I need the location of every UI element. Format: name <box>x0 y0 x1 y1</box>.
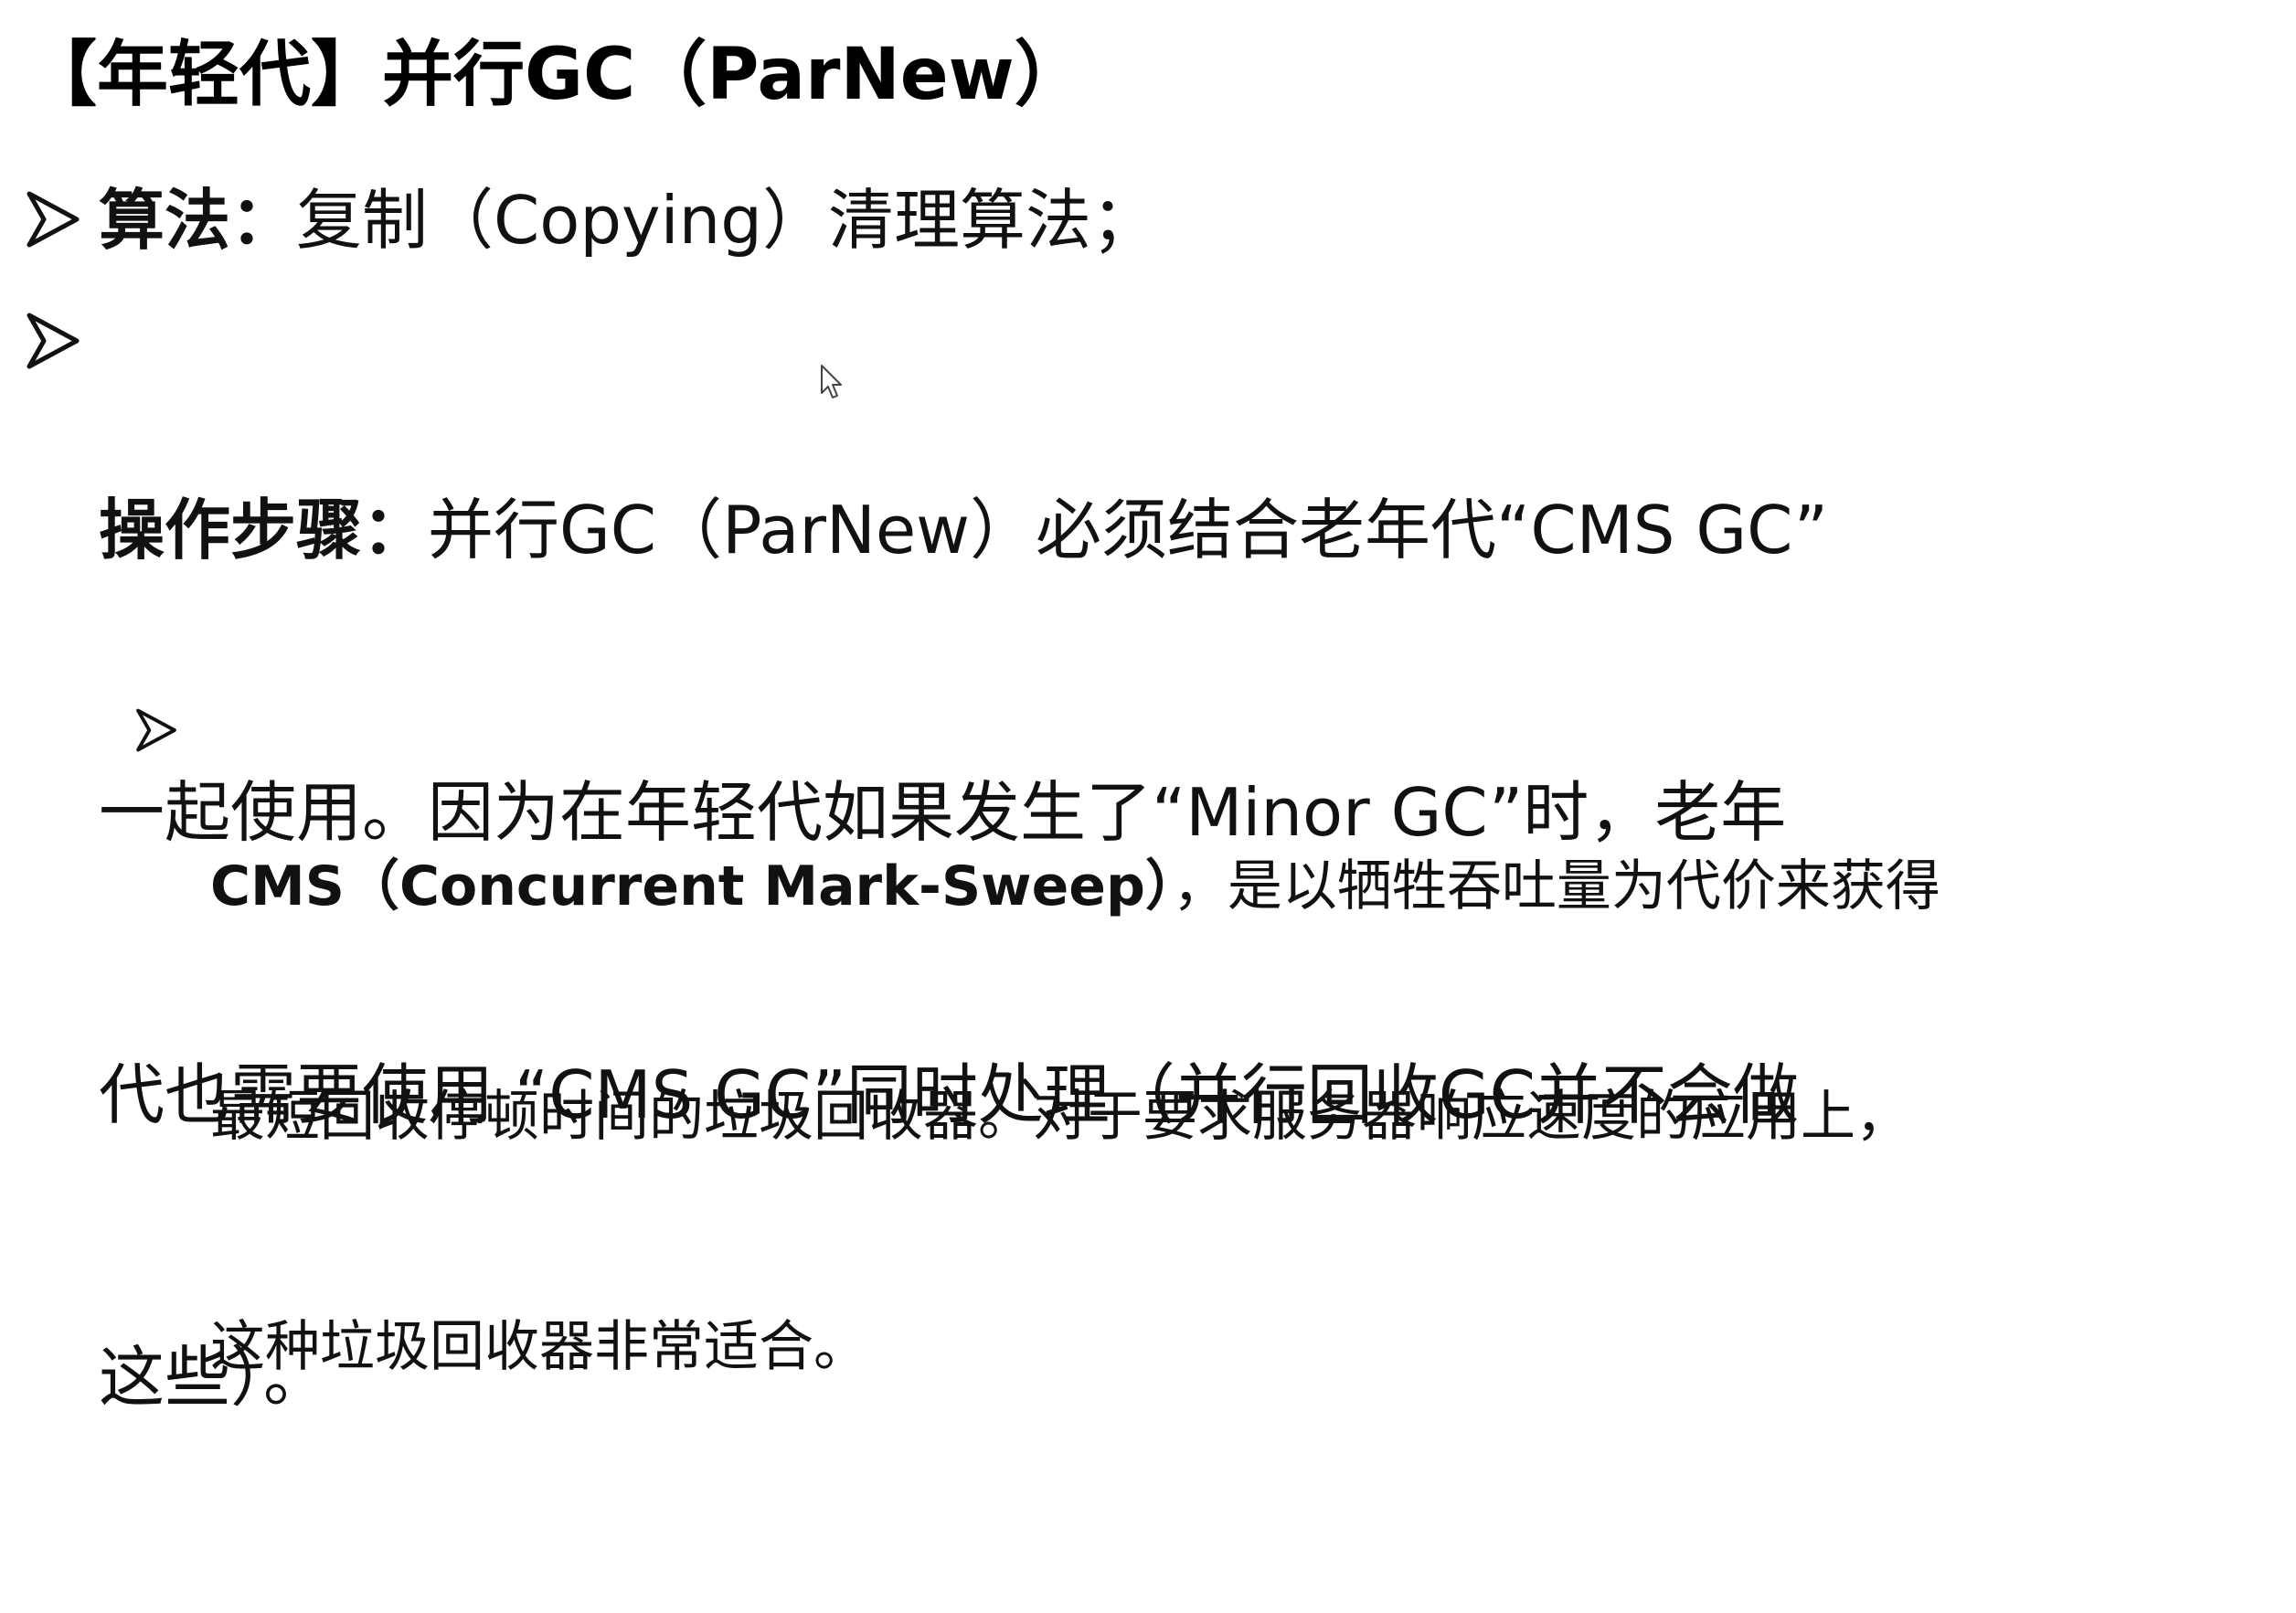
arrowhead-bullet-icon <box>27 313 80 369</box>
bullet-body: 复制（Copying）清理算法； <box>296 182 1157 259</box>
slide-title: 【年轻代】并行GC（ParNew） <box>26 34 1086 116</box>
sub-bullet-label: CMS（Concurrent Mark-Sweep） <box>210 854 1173 918</box>
sub-bullet-line-2: 最短回收停顿时间的垃圾回收器。对于要求服务器响应速度的应用上， <box>210 1085 1910 1149</box>
sub-bullet-cms-text: CMS（Concurrent Mark-Sweep），是以牺牲吞吐量为代价来获得… <box>210 695 2267 1539</box>
bullet-body-line: 并行GC（ParNew）必须结合老年代“CMS GC” <box>428 492 1829 568</box>
bullet-label: 操作步骤： <box>99 492 429 568</box>
bullet-algorithm-text: 算法：复制（Copying）清理算法； <box>99 174 2274 268</box>
sub-bullet-line-1: CMS（Concurrent Mark-Sweep），是以牺牲吞吐量为代价来获得 <box>210 848 2267 925</box>
bullet-steps-line-1: 操作步骤：并行GC（ParNew）必须结合老年代“CMS GC” <box>99 483 2274 578</box>
slide: 【年轻代】并行GC（ParNew） 算法：复制（Copying）清理算法； 操作… <box>0 0 2296 1416</box>
sub-bullet-line-3: 这种垃圾回收器非常适合。 <box>210 1315 868 1379</box>
arrowhead-bullet-icon <box>27 191 80 248</box>
mouse-pointer-icon <box>821 365 842 398</box>
bullet-label: 算法： <box>99 182 297 259</box>
arrowhead-bullet-icon <box>136 708 176 752</box>
sub-bullet-body: ，是以牺牲吞吐量为代价来获得 <box>1172 854 1940 918</box>
